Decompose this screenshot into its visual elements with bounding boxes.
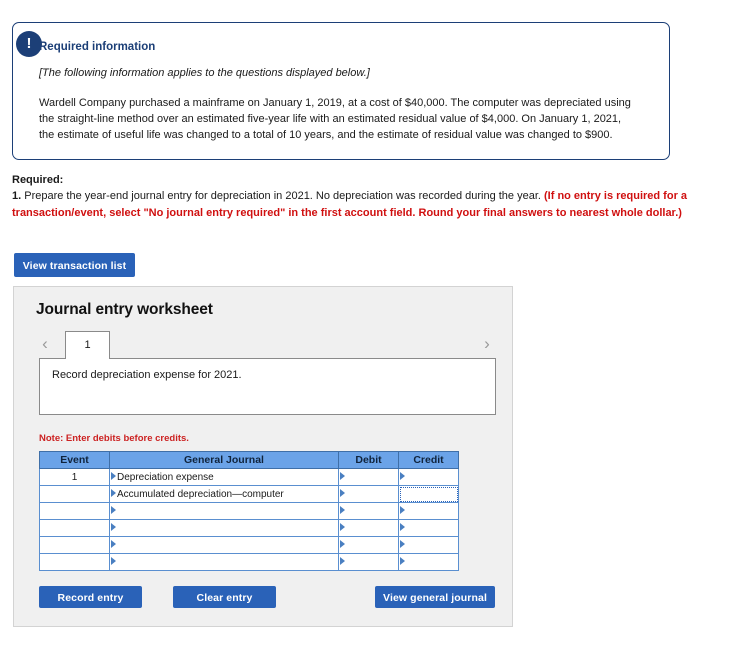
column-header-event: Event <box>39 451 110 469</box>
required-information-callout: ! Required information [The following in… <box>12 22 670 160</box>
credit-cell-focused[interactable] <box>398 485 459 503</box>
event-cell <box>39 485 110 503</box>
credit-cell[interactable] <box>398 502 459 520</box>
clear-entry-button[interactable]: Clear entry <box>173 586 276 608</box>
account-cell[interactable]: Accumulated depreciation—computer <box>109 485 339 503</box>
account-cell[interactable]: Depreciation expense <box>109 468 339 486</box>
credit-cell[interactable] <box>398 536 459 554</box>
dropdown-caret-icon <box>111 522 116 531</box>
record-entry-button[interactable]: Record entry <box>39 586 142 608</box>
worksheet-tabstrip: ‹ 1 › <box>36 331 496 359</box>
dropdown-caret-icon <box>340 488 345 497</box>
account-cell[interactable] <box>109 502 339 520</box>
journal-entry-table: Event General Journal Debit Credit 1 Dep… <box>39 451 459 571</box>
table-row <box>39 536 459 554</box>
dropdown-caret-icon <box>400 505 405 514</box>
event-cell <box>39 536 110 554</box>
debit-cell[interactable] <box>338 485 399 503</box>
callout-body-text: Wardell Company purchased a mainframe on… <box>39 97 631 142</box>
column-header-general-journal: General Journal <box>109 451 339 469</box>
credit-cell[interactable] <box>398 468 459 486</box>
debits-before-credits-note: Note: Enter debits before credits. <box>39 433 189 444</box>
dropdown-caret-icon <box>111 556 116 565</box>
dropdown-caret-icon <box>400 522 405 531</box>
dropdown-caret-icon <box>111 505 116 514</box>
table-header-row: Event General Journal Debit Credit <box>39 451 459 469</box>
account-cell[interactable] <box>109 519 339 537</box>
dropdown-caret-icon <box>340 522 345 531</box>
table-row <box>39 553 459 571</box>
tab-worksheet-1[interactable]: 1 <box>65 331 110 359</box>
worksheet-instruction-text: Record depreciation expense for 2021. <box>52 369 242 381</box>
dropdown-caret-icon <box>111 539 116 548</box>
callout-heading: Required information <box>39 41 156 53</box>
chevron-right-icon[interactable]: › <box>478 333 496 355</box>
debit-cell[interactable] <box>338 536 399 554</box>
required-normal-text: Prepare the year-end journal entry for d… <box>21 190 544 202</box>
credit-cell[interactable] <box>398 553 459 571</box>
callout-applies-note: [The following information applies to th… <box>39 67 370 79</box>
column-header-credit: Credit <box>398 451 459 469</box>
dropdown-caret-icon <box>400 471 405 480</box>
required-item-number: 1. <box>12 190 22 202</box>
dropdown-caret-icon <box>340 471 345 480</box>
debit-cell[interactable] <box>338 519 399 537</box>
chevron-left-icon[interactable]: ‹ <box>36 333 54 355</box>
dropdown-caret-icon <box>340 556 345 565</box>
account-value: Depreciation expense <box>117 471 214 483</box>
account-value: Accumulated depreciation—computer <box>117 488 284 500</box>
event-cell: 1 <box>39 468 110 486</box>
journal-entry-worksheet-panel: Journal entry worksheet ‹ 1 › Record dep… <box>13 286 513 627</box>
dropdown-caret-icon <box>111 471 116 480</box>
debit-cell[interactable] <box>338 468 399 486</box>
table-row: Accumulated depreciation—computer <box>39 485 459 503</box>
view-general-journal-button[interactable]: View general journal <box>375 586 495 608</box>
event-cell <box>39 502 110 520</box>
dropdown-caret-icon <box>400 539 405 548</box>
required-label: Required: <box>12 174 64 186</box>
view-transaction-list-button[interactable]: View transaction list <box>14 253 135 277</box>
table-row <box>39 502 459 520</box>
event-cell <box>39 519 110 537</box>
exclamation-icon: ! <box>16 31 42 57</box>
table-row <box>39 519 459 537</box>
worksheet-instruction-box: Record depreciation expense for 2021. <box>39 358 496 415</box>
event-cell <box>39 553 110 571</box>
account-cell[interactable] <box>109 553 339 571</box>
account-cell[interactable] <box>109 536 339 554</box>
dropdown-caret-icon <box>111 488 116 497</box>
dropdown-caret-icon <box>340 539 345 548</box>
debit-cell[interactable] <box>338 553 399 571</box>
worksheet-title: Journal entry worksheet <box>36 301 213 318</box>
dropdown-caret-icon <box>400 556 405 565</box>
table-row: 1 Depreciation expense <box>39 468 459 486</box>
column-header-debit: Debit <box>338 451 399 469</box>
debit-cell[interactable] <box>338 502 399 520</box>
credit-cell[interactable] <box>398 519 459 537</box>
required-question-text: 1. Prepare the year-end journal entry fo… <box>12 188 712 221</box>
required-block: Required: 1. Prepare the year-end journa… <box>12 174 712 221</box>
dropdown-caret-icon <box>340 505 345 514</box>
